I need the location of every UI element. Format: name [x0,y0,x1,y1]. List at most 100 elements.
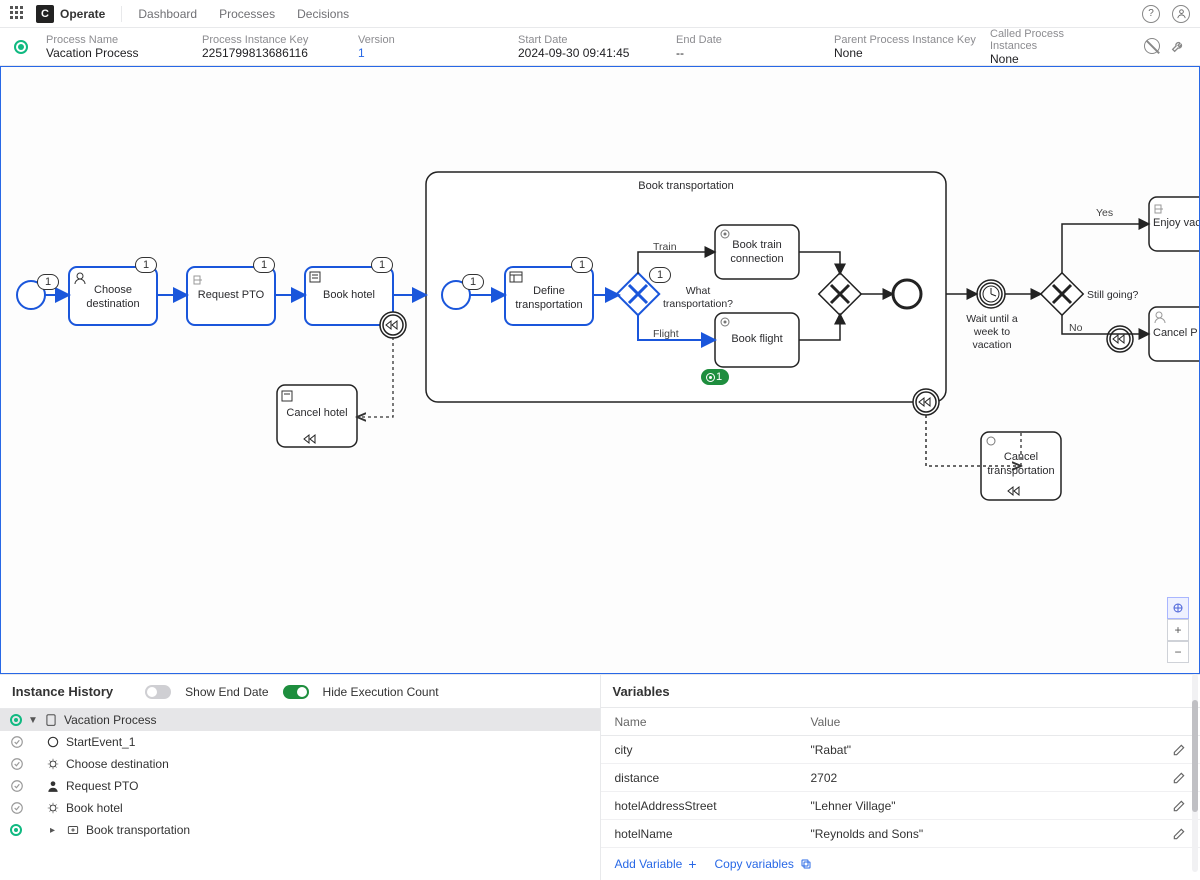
label-subprocess: Book transportation [611,180,761,194]
label-book-hotel: Book hotel [305,289,393,303]
nav-dashboard[interactable]: Dashboard [138,7,197,21]
variable-name: hotelAddressStreet [615,799,811,813]
variables-title: Variables [613,684,670,699]
variable-name: city [615,743,811,757]
variables-col-name: Name [615,715,811,729]
compensation-boundary-hotel[interactable] [380,312,406,338]
history-label: Choose destination [66,757,169,771]
history-row-choose[interactable]: Choose destination [0,753,600,775]
nav-decisions[interactable]: Decisions [297,7,349,21]
status-running-icon [10,714,22,726]
status-done-icon [10,801,24,815]
history-row-hotel[interactable]: Book hotel [0,797,600,819]
variables-col-value: Value [811,715,841,729]
start-event-icon [46,735,60,749]
bpmn-diagram-canvas[interactable]: Choose destination Request PTO Book hote… [0,66,1200,674]
variable-value: "Lehner Village" [811,799,1173,813]
history-row-root[interactable]: ▼ Vacation Process [0,709,600,731]
gear-icon [46,757,60,771]
process-icon [44,713,58,727]
variable-value: 2702 [811,771,1173,785]
value-end-date: -- [676,46,834,60]
history-row-request[interactable]: Request PTO [0,775,600,797]
instance-history-title: Instance History [12,684,113,699]
add-variable-button[interactable]: Add Variable+ [615,856,697,872]
edit-icon[interactable] [1172,743,1186,757]
scrollbar-thumb[interactable] [1192,700,1198,812]
caret-expand-icon[interactable]: ▸ [50,825,60,836]
variable-value: "Rabat" [811,743,1173,757]
label-process-name: Process Name [46,34,202,46]
label-end-date: End Date [676,34,834,46]
label-book-flight: Book flight [715,333,799,347]
label-parent-key: Parent Process Instance Key [834,34,990,46]
label-hide-exec: Hide Execution Count [323,685,439,699]
toggle-show-end-date[interactable] [145,685,171,699]
history-label: StartEvent_1 [66,735,135,749]
edge-label-yes: Yes [1096,207,1113,219]
caret-collapse-icon[interactable]: ▼ [28,715,38,726]
compensation-boundary-subprocess[interactable] [913,389,939,415]
status-done-icon [10,779,24,793]
history-label: Book transportation [86,823,190,837]
variable-name: hotelName [615,827,811,841]
toggle-hide-exec-count[interactable] [283,685,309,699]
help-icon[interactable]: ? [1142,5,1160,23]
label-show-end-date: Show End Date [185,685,268,699]
cancel-instance-icon[interactable] [1144,38,1160,54]
variable-row[interactable]: hotelAddressStreet"Lehner Village" [601,792,1200,820]
variable-row[interactable]: hotelName"Reynolds and Sons" [601,820,1200,848]
history-label: Request PTO [66,779,138,793]
history-label: Book hotel [66,801,123,815]
value-instance-key: 2251799813686116 [202,46,358,60]
navbar-divider [121,6,122,22]
zoom-in-button[interactable]: + [1167,619,1189,641]
instance-status-active-icon [14,40,28,54]
variable-row[interactable]: distance2702 [601,764,1200,792]
label-version: Version [358,34,518,46]
compensation-boundary-cancel[interactable] [1107,326,1133,352]
label-what-transportation: What transportation? [659,285,737,311]
zoom-reset-button[interactable] [1167,597,1189,619]
history-row-start[interactable]: StartEvent_1 [0,731,600,753]
value-start-date: 2024-09-30 09:41:45 [518,46,676,60]
badge-define: 1 [571,257,593,273]
label-wait-week: Wait until a week to vacation [953,313,1031,352]
value-version[interactable]: 1 [358,46,518,60]
history-row-transport[interactable]: ▸ Book transportation [0,819,600,841]
nav-processes[interactable]: Processes [219,7,275,21]
edge-label-flight: Flight [653,328,679,340]
label-define-transportation: Define transportation [505,285,593,313]
label-start-date: Start Date [518,34,676,46]
history-label: Vacation Process [64,713,157,727]
zoom-out-button[interactable]: − [1167,641,1189,663]
variable-row[interactable]: city"Rabat" [601,736,1200,764]
edit-icon[interactable] [1172,799,1186,813]
badge-request: 1 [253,257,275,273]
variable-name: distance [615,771,811,785]
edge-label-no: No [1069,322,1082,334]
edit-icon[interactable] [1172,771,1186,785]
label-cancel-hotel: Cancel hotel [277,407,357,421]
label-cancel-transportation: Cancel transportation [981,451,1061,479]
value-called-instances: None [990,52,1110,66]
label-enjoy-vac: Enjoy vac [1153,217,1200,231]
edge-label-train: Train [653,241,677,253]
label-cancel-p: Cancel P [1153,327,1200,341]
gear-icon [46,801,60,815]
value-process-name: Vacation Process [46,46,202,60]
label-choose-destination: Choose destination [68,284,158,312]
subprocess-end-event[interactable] [893,280,921,308]
copy-variables-button[interactable]: Copy variables [715,856,812,872]
label-still-going: Still going? [1087,289,1147,302]
modify-instance-icon[interactable] [1170,38,1186,54]
badge-sub-start: 1 [462,274,484,290]
user-icon [46,779,60,793]
edit-icon[interactable] [1172,827,1186,841]
apps-switcher-icon[interactable] [10,6,26,22]
badge-start: 1 [37,274,59,290]
user-icon[interactable] [1172,5,1190,23]
badge-hotel: 1 [371,257,393,273]
label-request-pto: Request PTO [187,289,275,303]
status-done-icon [10,757,24,771]
